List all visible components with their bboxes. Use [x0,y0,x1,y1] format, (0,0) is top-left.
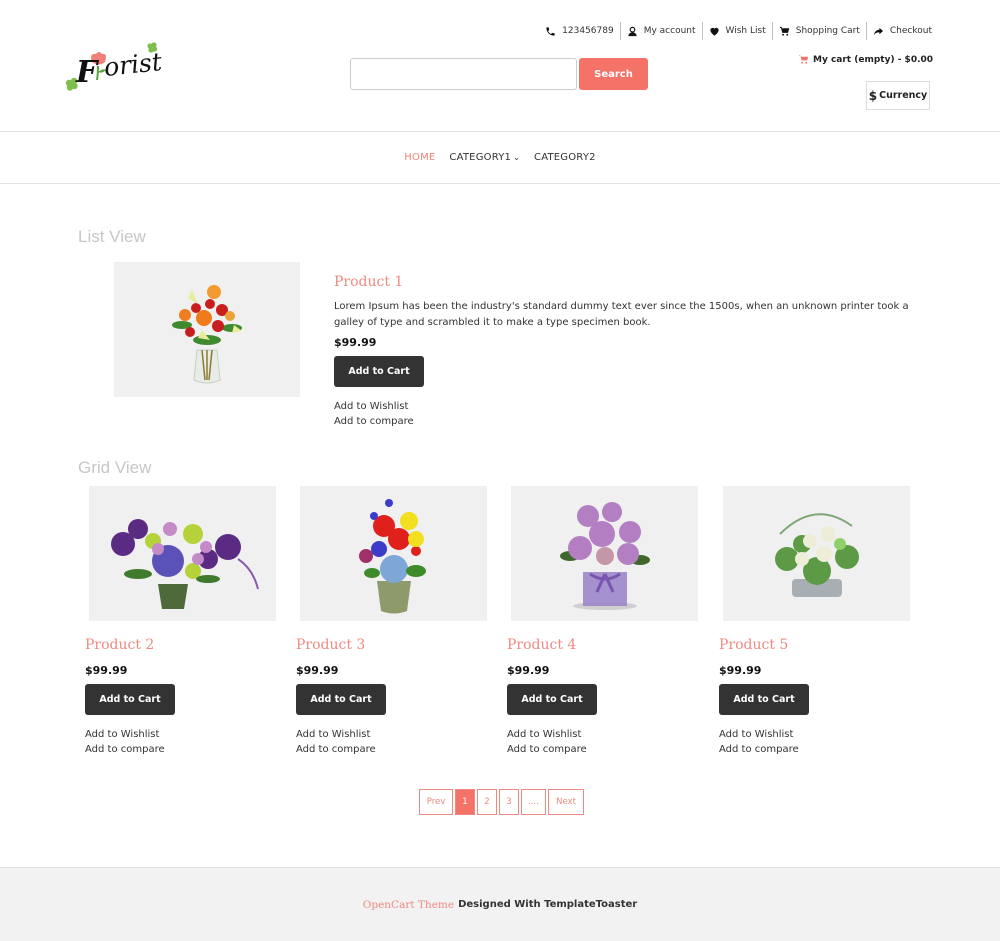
product-4-name[interactable]: Product 4 [507,637,701,653]
pagination: Prev 1 2 3 .... Next [419,789,586,815]
dollar-icon: $ [868,88,878,103]
search-input[interactable] [350,58,577,90]
phone-icon [546,26,555,36]
pagination-ellipsis[interactable]: .... [521,789,546,815]
mini-cart[interactable]: My cart (empty) - $0.00 [798,54,933,65]
pagination-next[interactable]: Next [548,789,584,815]
user-icon [628,26,637,36]
product-3-price: $99.99 [296,664,339,677]
site-header: F orist 123456789 My account Wish List S… [0,0,1000,132]
product-card: Product 3 $99.99 Add to Cart Add to Wish… [296,486,490,757]
bouquet-image [559,501,650,610]
product-links: Add to Wishlist Add to compare [719,727,913,757]
product-card: Product 2 $99.99 Add to Cart Add to Wish… [85,486,279,757]
cart-icon [798,55,809,64]
add-to-wishlist-link[interactable]: Add to Wishlist [334,399,924,414]
product-3-name[interactable]: Product 3 [296,637,490,653]
product-3-image[interactable] [300,486,487,621]
product-1-description: Lorem Ipsum has been the industry's stan… [334,301,909,328]
my-account-link[interactable]: My account [619,22,702,40]
product-2-price: $99.99 [85,664,128,677]
add-to-compare-link[interactable]: Add to compare [296,742,490,757]
grid-view-title: Grid View [78,458,152,477]
svg-text:F: F [75,55,100,90]
add-to-wishlist-link[interactable]: Add to Wishlist [85,727,279,742]
add-to-compare-link[interactable]: Add to compare [334,414,924,429]
pagination-page-2[interactable]: 2 [477,789,497,815]
product-1-info: Product 1 Lorem Ipsum has been the indus… [334,274,924,429]
pagination-prev[interactable]: Prev [419,789,453,815]
top-links-bar: 123456789 My account Wish List Shopping … [539,22,932,40]
share-arrow-icon [873,27,883,35]
logo-image: F orist [65,42,164,91]
product-links: Add to Wishlist Add to compare [507,727,701,757]
add-to-compare-link[interactable]: Add to compare [719,742,913,757]
opencart-theme-link[interactable]: OpenCart Theme [363,899,454,911]
wish-list-label: Wish List [725,26,766,36]
nav-item-category1[interactable]: CATEGORY1 ⌄ [449,152,520,163]
currency-dropdown[interactable]: $ Currency [866,81,930,110]
add-to-cart-button[interactable]: Add to Cart [334,356,424,387]
main-nav: HOME CATEGORY1 ⌄ CATEGORY2 [0,132,1000,184]
product-2-image[interactable] [89,486,276,621]
checkout-label: Checkout [889,26,932,36]
product-2-name[interactable]: Product 2 [85,637,279,653]
phone-number: 123456789 [562,26,614,36]
pagination-page-1[interactable]: 1 [455,789,475,815]
product-5-name[interactable]: Product 5 [719,637,913,653]
product-1-image[interactable] [114,262,300,397]
product-5-price: $99.99 [719,664,762,677]
add-to-compare-link[interactable]: Add to compare [85,742,279,757]
product-links: Add to Wishlist Add to compare [85,727,279,757]
nav-category2-label: CATEGORY2 [534,152,596,163]
add-to-compare-link[interactable]: Add to compare [507,742,701,757]
mini-cart-summary: My cart (empty) - $0.00 [813,54,934,65]
search-button[interactable]: Search [579,58,648,90]
shopping-cart-label: Shopping Cart [795,26,860,36]
add-to-cart-button[interactable]: Add to Cart [507,684,597,715]
florist-logo[interactable]: F orist [62,40,164,92]
currency-label: Currency [879,90,928,101]
wish-list-link[interactable]: Wish List [701,22,772,40]
product-5-image[interactable] [723,486,910,621]
bouquet-image [110,518,259,609]
nav-item-category2[interactable]: CATEGORY2 [534,152,596,163]
add-to-wishlist-link[interactable]: Add to Wishlist [719,727,913,742]
footer-credit-text: Designed With TemplateToaster [458,899,638,910]
bouquet-image [774,512,859,597]
heart-icon [709,27,719,36]
bouquet-image [358,499,426,614]
add-to-cart-button[interactable]: Add to Cart [296,684,386,715]
nav-home-label: HOME [404,152,436,163]
site-footer: OpenCart Theme Designed With TemplateToa… [0,867,1000,941]
nav-item-home[interactable]: HOME [404,152,435,163]
add-to-cart-button[interactable]: Add to Cart [719,684,809,715]
shopping-cart-link[interactable]: Shopping Cart [771,22,866,40]
checkout-link[interactable]: Checkout [865,22,932,40]
svg-text:orist: orist [103,47,162,82]
chevron-down-icon: ⌄ [513,153,521,162]
my-account-label: My account [643,26,696,36]
product-1-price: $99.99 [334,336,377,349]
list-view-title: List View [78,227,146,246]
cart-icon [779,26,789,36]
nav-category1-label: CATEGORY1 [449,152,512,163]
add-to-cart-button[interactable]: Add to Cart [85,684,175,715]
product-4-image[interactable] [511,486,698,621]
bouquet-image [172,284,242,383]
add-to-wishlist-link[interactable]: Add to Wishlist [507,727,701,742]
product-1-name[interactable]: Product 1 [334,274,924,290]
add-to-wishlist-link[interactable]: Add to Wishlist [296,727,490,742]
phone-link[interactable]: 123456789 [539,22,620,40]
product-links: Add to Wishlist Add to compare [296,727,490,757]
product-card: Product 5 $99.99 Add to Cart Add to Wish… [719,486,913,757]
search-bar: Search [350,58,648,90]
pagination-page-3[interactable]: 3 [499,789,519,815]
product-card: Product 4 $99.99 Add to Cart Add to Wish… [507,486,701,757]
product-4-price: $99.99 [507,664,550,677]
